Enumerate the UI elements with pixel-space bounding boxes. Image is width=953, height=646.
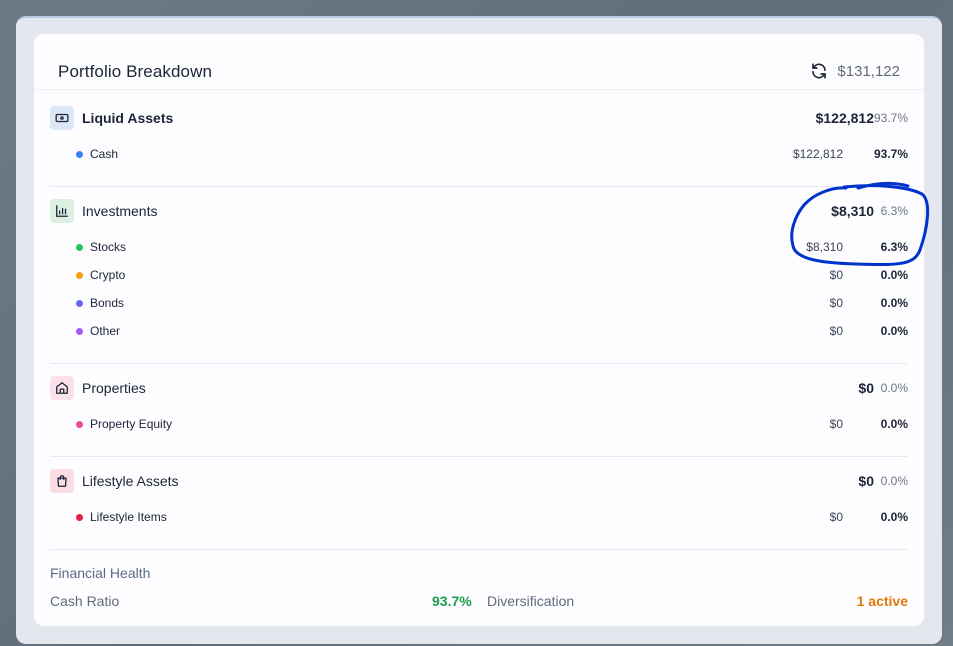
section-name: Investments: [82, 203, 158, 219]
page-title: Portfolio Breakdown: [58, 62, 213, 81]
section-lifestyle-assets: Lifestyle Assets $0 0.0% Lifestyle Items…: [50, 469, 908, 550]
section-amount: $0: [858, 473, 874, 489]
item-percent: 0.0%: [880, 417, 908, 431]
section-name: Liquid Assets: [82, 110, 174, 126]
section-amount: $122,812: [815, 110, 874, 126]
list-item: Stocks $8,310 6.3%: [76, 239, 908, 257]
item-name: Lifestyle Items: [90, 510, 167, 524]
item-name: Other: [90, 324, 121, 338]
item-percent: 93.7%: [873, 147, 908, 161]
item-percent: 0.0%: [880, 268, 908, 282]
bar-chart-icon: [50, 199, 74, 223]
section-name: Properties: [82, 380, 146, 396]
item-name: Crypto: [90, 268, 126, 282]
color-dot: [76, 272, 83, 279]
section-properties: Properties $0 0.0% Property Equity $0 0.…: [50, 376, 908, 457]
financial-health-row: Cash Ratio 93.7% Diversification 1 activ…: [50, 593, 908, 611]
item-percent: 6.3%: [880, 240, 908, 254]
list-item: Crypto $0 0.0%: [76, 267, 908, 285]
item-percent: 0.0%: [880, 510, 908, 524]
diversification-label: Diversification: [487, 593, 575, 609]
card-header: Portfolio Breakdown $131,122: [34, 34, 924, 90]
item-name: Cash: [90, 147, 119, 161]
item-amount: $0: [829, 296, 843, 310]
item-name: Property Equity: [90, 417, 173, 431]
item-amount: $0: [829, 417, 843, 431]
cash-ratio-label: Cash Ratio: [50, 593, 120, 609]
diversification-value: 1 active: [856, 593, 908, 609]
item-amount: $8,310: [806, 240, 843, 254]
item-percent: 0.0%: [880, 296, 908, 310]
shopping-bag-icon: [50, 469, 74, 493]
section-name: Lifestyle Assets: [82, 473, 179, 489]
portfolio-card: Portfolio Breakdown $131,122 Liquid Asse…: [34, 34, 924, 626]
section-percent: 6.3%: [880, 204, 908, 218]
section-investments: Investments $8,310 6.3% Stocks $8,310 6.…: [50, 199, 908, 364]
section-header[interactable]: Liquid Assets $122,812 93.7%: [50, 106, 908, 130]
list-item: Other $0 0.0%: [76, 323, 908, 341]
color-dot: [76, 151, 83, 158]
list-item: Lifestyle Items $0 0.0%: [76, 509, 908, 527]
color-dot: [76, 328, 83, 335]
section-header[interactable]: Investments $8,310 6.3%: [50, 199, 908, 223]
list-item: Cash $122,812 93.7%: [76, 146, 908, 164]
home-icon: [50, 376, 74, 400]
color-dot: [76, 244, 83, 251]
color-dot: [76, 300, 83, 307]
item-name: Bonds: [90, 296, 125, 310]
item-name: Stocks: [90, 240, 127, 254]
item-amount: $0: [829, 510, 843, 524]
refresh-icon[interactable]: [810, 62, 828, 80]
section-header[interactable]: Properties $0 0.0%: [50, 376, 908, 400]
financial-health-title: Financial Health: [50, 565, 151, 581]
item-amount: $0: [829, 324, 843, 338]
section-liquid-assets: Liquid Assets $122,812 93.7% Cash $122,8…: [50, 106, 908, 187]
section-header[interactable]: Lifestyle Assets $0 0.0%: [50, 469, 908, 493]
section-amount: $8,310: [831, 203, 874, 219]
section-amount: $0: [858, 380, 874, 396]
portfolio-total: $131,122: [837, 63, 900, 80]
cash-ratio-value: 93.7%: [432, 593, 472, 609]
list-item: Bonds $0 0.0%: [76, 295, 908, 313]
item-percent: 0.0%: [880, 324, 908, 338]
color-dot: [76, 421, 83, 428]
section-percent: 0.0%: [880, 474, 908, 488]
item-amount: $122,812: [792, 147, 843, 161]
list-item: Property Equity $0 0.0%: [76, 416, 908, 434]
section-percent: 0.0%: [880, 381, 908, 395]
color-dot: [76, 514, 83, 521]
section-percent: 93.7%: [873, 111, 908, 125]
banknote-icon: [50, 106, 74, 130]
item-amount: $0: [829, 268, 843, 282]
